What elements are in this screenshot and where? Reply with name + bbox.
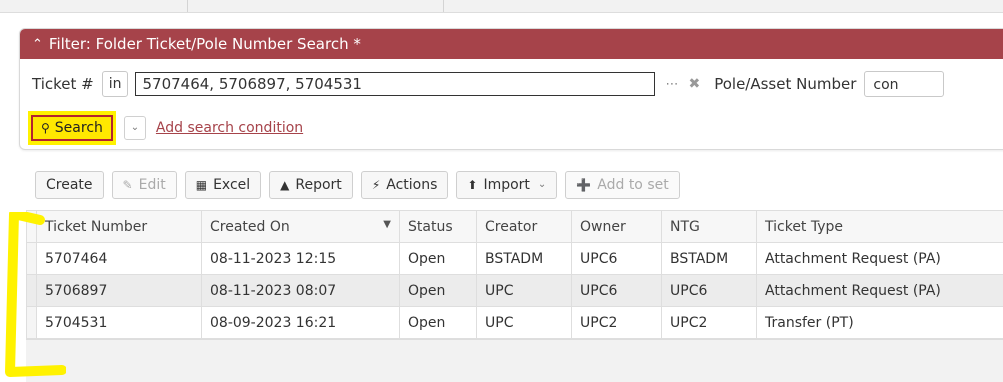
cell-ticket-type: Attachment Request (PA): [757, 275, 1003, 307]
search-dropdown-button[interactable]: ⌄: [124, 116, 146, 140]
ticket-label: Ticket #: [32, 75, 94, 93]
pole-asset-label: Pole/Asset Number: [714, 75, 856, 93]
close-icon[interactable]: ✖: [688, 76, 700, 92]
cell-ticket-number[interactable]: 5704531: [37, 307, 202, 339]
cell-created-on: 08-11-2023 12:15: [202, 243, 400, 275]
import-button-label: Import: [483, 172, 529, 198]
row-selector-header[interactable]: [27, 211, 37, 243]
actions-button-label: Actions: [386, 172, 437, 198]
cell-ntg: BSTADM: [662, 243, 757, 275]
cell-owner: UPC2: [572, 307, 662, 339]
search-icon: ⚲: [41, 117, 50, 139]
actions-button[interactable]: ⚡ Actions: [361, 171, 449, 199]
upload-icon: ⬆: [467, 172, 477, 198]
cell-creator: UPC: [477, 275, 572, 307]
table-row[interactable]: 5706897 08-11-2023 08:07 Open UPC UPC6 U…: [27, 275, 1003, 307]
column-header-ticket-type[interactable]: Ticket Type: [757, 211, 1003, 243]
search-row: ⚲ Search ⌄ Add search condition: [28, 111, 303, 145]
cell-created-on: 08-11-2023 08:07: [202, 275, 400, 307]
chevron-down-icon: ⌄: [538, 172, 546, 198]
cell-ticket-number[interactable]: 5706897: [37, 275, 202, 307]
tab-divider: [187, 0, 188, 12]
cell-ticket-type: Attachment Request (PA): [757, 243, 1003, 275]
more-options-icon[interactable]: ⋯: [665, 77, 678, 92]
row-selector[interactable]: [27, 275, 37, 307]
ticket-operator-button[interactable]: in: [102, 71, 129, 97]
filter-title: Filter: Folder Ticket/Pole Number Search…: [49, 35, 361, 53]
grid-footer: [26, 339, 1003, 382]
create-button-label: Create: [46, 172, 93, 198]
edit-button[interactable]: ✎ Edit: [112, 171, 177, 199]
grid-toolbar: Create ✎ Edit ▦ Excel ▲ Report ⚡ Actions…: [35, 171, 680, 199]
tab-divider: [443, 0, 444, 12]
excel-button[interactable]: ▦ Excel: [185, 171, 261, 199]
column-header-owner[interactable]: Owner: [572, 211, 662, 243]
add-search-condition-link[interactable]: Add search condition: [156, 120, 303, 136]
ticket-number-input[interactable]: [135, 72, 655, 96]
ticket-condition-row: Ticket # in ⋯ ✖ Pole/Asset Number con: [32, 71, 944, 97]
add-to-set-button[interactable]: ➕ Add to set: [565, 171, 679, 199]
cell-creator: UPC: [477, 307, 572, 339]
report-button[interactable]: ▲ Report: [269, 171, 353, 199]
cell-ticket-type: Transfer (PT): [757, 307, 1003, 339]
cell-status: Open: [400, 307, 477, 339]
plus-circle-icon: ➕: [576, 172, 591, 198]
row-selector[interactable]: [27, 243, 37, 275]
column-header-status[interactable]: Status: [400, 211, 477, 243]
top-tab-strip: [0, 0, 1003, 13]
cell-ticket-number[interactable]: 5707464: [37, 243, 202, 275]
tickets-table: Ticket Number Created On ▼ Status Creato…: [26, 210, 1003, 339]
row-selector[interactable]: [27, 307, 37, 339]
column-header-created-on[interactable]: Created On ▼: [202, 211, 400, 243]
chevron-up-icon[interactable]: ⌃: [32, 37, 43, 52]
cell-ntg: UPC6: [662, 275, 757, 307]
chart-icon: ▲: [280, 172, 289, 198]
table-header-row: Ticket Number Created On ▼ Status Creato…: [27, 211, 1003, 243]
column-header-ticket-number[interactable]: Ticket Number: [37, 211, 202, 243]
table-row[interactable]: 5704531 08-09-2023 16:21 Open UPC UPC2 U…: [27, 307, 1003, 339]
cell-created-on: 08-09-2023 16:21: [202, 307, 400, 339]
sort-desc-icon[interactable]: ▼: [383, 219, 391, 230]
search-highlight: ⚲ Search: [28, 111, 116, 145]
edit-button-label: Edit: [139, 172, 166, 198]
import-button[interactable]: ⬆ Import ⌄: [456, 171, 557, 199]
filter-panel: ⌃ Filter: Folder Ticket/Pole Number Sear…: [19, 28, 1003, 150]
pencil-icon: ✎: [123, 172, 133, 198]
table-row[interactable]: 5707464 08-11-2023 12:15 Open BSTADM UPC…: [27, 243, 1003, 275]
cell-owner: UPC6: [572, 243, 662, 275]
add-to-set-button-label: Add to set: [597, 172, 668, 198]
filter-header[interactable]: ⌃ Filter: Folder Ticket/Pole Number Sear…: [20, 29, 1003, 59]
search-button-label: Search: [55, 117, 103, 139]
cell-owner: UPC6: [572, 275, 662, 307]
cell-creator: BSTADM: [477, 243, 572, 275]
pole-operator-select[interactable]: con: [864, 71, 944, 97]
cell-status: Open: [400, 275, 477, 307]
column-header-created-on-label: Created On: [210, 219, 290, 235]
lightning-icon: ⚡: [372, 172, 380, 198]
excel-button-label: Excel: [213, 172, 250, 198]
excel-icon: ▦: [196, 172, 207, 198]
cell-ntg: UPC2: [662, 307, 757, 339]
column-header-ntg[interactable]: NTG: [662, 211, 757, 243]
column-header-creator[interactable]: Creator: [477, 211, 572, 243]
create-button[interactable]: Create: [35, 171, 104, 199]
search-button[interactable]: ⚲ Search: [31, 115, 113, 141]
report-button-label: Report: [295, 172, 341, 198]
cell-status: Open: [400, 243, 477, 275]
